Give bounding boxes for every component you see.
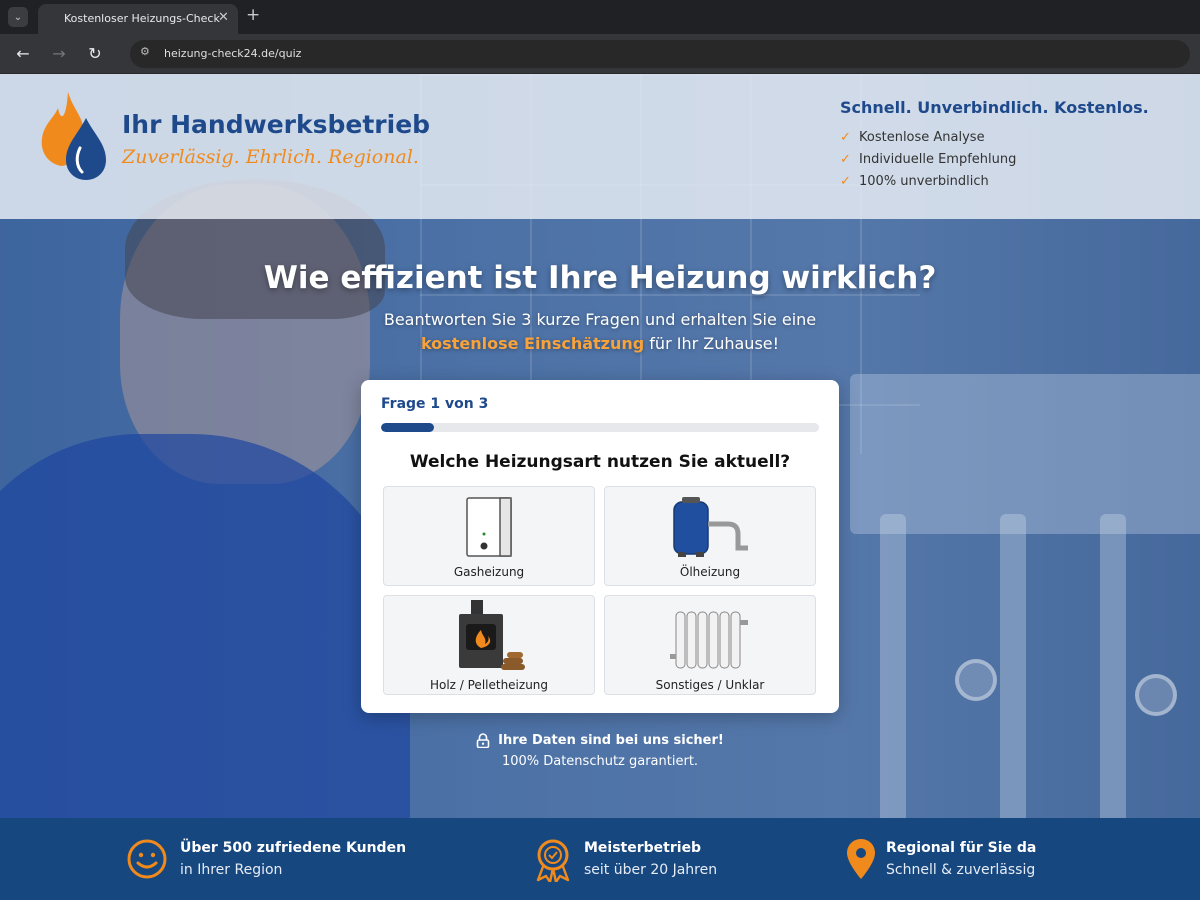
reload-button[interactable]: ↻: [84, 42, 106, 64]
reload-icon: ↻: [88, 43, 102, 63]
close-icon[interactable]: ✕: [218, 10, 229, 25]
oil-tank-icon: [673, 497, 748, 557]
check-icon: ✓: [840, 151, 851, 167]
option-holz-pelletheizung[interactable]: Holz / Pelletheizung: [383, 595, 595, 695]
forward-button[interactable]: →: [48, 42, 70, 64]
background-pipe: [1100, 514, 1126, 834]
quiz-step-label: Frage 1 von 3: [381, 396, 489, 412]
check-icon: ✓: [840, 173, 851, 189]
gas-boiler-icon: [466, 497, 512, 557]
quiz-card: Frage 1 von 3 Welche Heizungsart nutzen …: [361, 380, 839, 713]
trust-footer: Über 500 zufriedene Kunden in Ihrer Regi…: [0, 818, 1200, 900]
usp-item: ✓ 100% unverbindlich: [840, 173, 989, 189]
hero-subtitle: Beantworten Sie 3 kurze Fragen und erhal…: [383, 310, 817, 353]
option-label: Holz / Pelletheizung: [429, 678, 549, 692]
browser-toolbar: ← → ↻ ⚙ heizung-check24.de/quiz: [0, 34, 1200, 74]
quiz-progress-bar: [381, 423, 819, 432]
chevron-down-icon: ⌄: [13, 11, 23, 23]
privacy-line-1: Ihre Daten sind bei uns sicher!: [498, 733, 724, 748]
trust-subtitle: in Ihrer Region: [180, 862, 283, 878]
award-badge-icon: [536, 839, 570, 882]
option-label: Ölheizung: [679, 565, 741, 579]
new-tab-button[interactable]: +: [246, 5, 260, 25]
url-text[interactable]: heizung-check24.de/quiz: [164, 47, 301, 60]
trust-subtitle: Schnell & zuverlässig: [886, 862, 1036, 878]
flame-drop-logo-icon: [41, 92, 106, 180]
browser-tab[interactable]: Kostenloser Heizungs-Check ✕: [38, 4, 238, 34]
trust-title: Meisterbetrieb: [584, 840, 702, 856]
option-label: Gasheizung: [453, 565, 525, 579]
brand-tagline: Zuverlässig. Ehrlich. Regional.: [122, 146, 419, 168]
address-bar[interactable]: ⚙ heizung-check24.de/quiz: [130, 40, 1190, 68]
trust-title: Regional für Sie da: [886, 840, 1037, 856]
browser-tabbar: ⌄ Kostenloser Heizungs-Check ✕ +: [0, 0, 1200, 34]
usp-item: ✓ Kostenlose Analyse: [840, 129, 985, 145]
usp-title: Schnell. Unverbindlich. Kostenlos.: [840, 98, 1149, 117]
radiator-icon: [670, 611, 748, 669]
smiley-icon: [127, 839, 167, 879]
arrow-left-icon: ←: [16, 43, 30, 63]
site-header: Ihr Handwerksbetrieb Zuverlässig. Ehrlic…: [0, 74, 1200, 219]
background-pipe: [880, 514, 906, 834]
hero-highlight: kostenlose Einschätzung: [420, 334, 645, 353]
check-icon: ✓: [840, 129, 851, 145]
site-info-icon[interactable]: ⚙: [140, 45, 150, 58]
background-boiler: [850, 374, 1200, 534]
lock-icon: [476, 733, 490, 748]
option-gasheizung[interactable]: Gasheizung: [383, 486, 595, 586]
back-button[interactable]: ←: [12, 42, 34, 64]
option-oelheizung[interactable]: Ölheizung: [604, 486, 816, 586]
option-label: Sonstiges / Unklar: [655, 678, 765, 692]
quiz-question: Welche Heizungsart nutzen Sie aktuell?: [409, 452, 791, 472]
trust-title: Über 500 zufriedene Kunden: [180, 840, 407, 856]
privacy-line-2: 100% Datenschutz garantiert.: [501, 754, 699, 769]
background-gauge: [1135, 674, 1177, 716]
usp-item: ✓ Individuelle Empfehlung: [840, 151, 1017, 167]
hero-title: Wie effizient ist Ihre Heizung wirklich?: [263, 260, 937, 296]
usp-list: ✓ Kostenlose Analyse ✓ Individuelle Empfeh…: [840, 126, 1016, 192]
location-pin-icon: [847, 839, 875, 879]
landing-page: Ihr Handwerksbetrieb Zuverlässig. Ehrlic…: [0, 74, 1200, 900]
arrow-right-icon: →: [52, 43, 66, 63]
tab-search-button[interactable]: ⌄: [8, 7, 28, 27]
quiz-progress-fill: [381, 423, 434, 432]
wood-stove-icon: [459, 600, 525, 670]
trust-subtitle: seit über 20 Jahren: [584, 862, 718, 878]
brand-name: Ihr Handwerksbetrieb: [122, 110, 431, 139]
option-sonstiges-unklar[interactable]: Sonstiges / Unklar: [604, 595, 816, 695]
background-gauge: [955, 659, 997, 701]
tab-title: Kostenloser Heizungs-Check: [64, 12, 220, 25]
privacy-note: Ihre Daten sind bei uns sicher! 100% Dat…: [0, 733, 1200, 769]
background-pipe: [1000, 514, 1026, 834]
